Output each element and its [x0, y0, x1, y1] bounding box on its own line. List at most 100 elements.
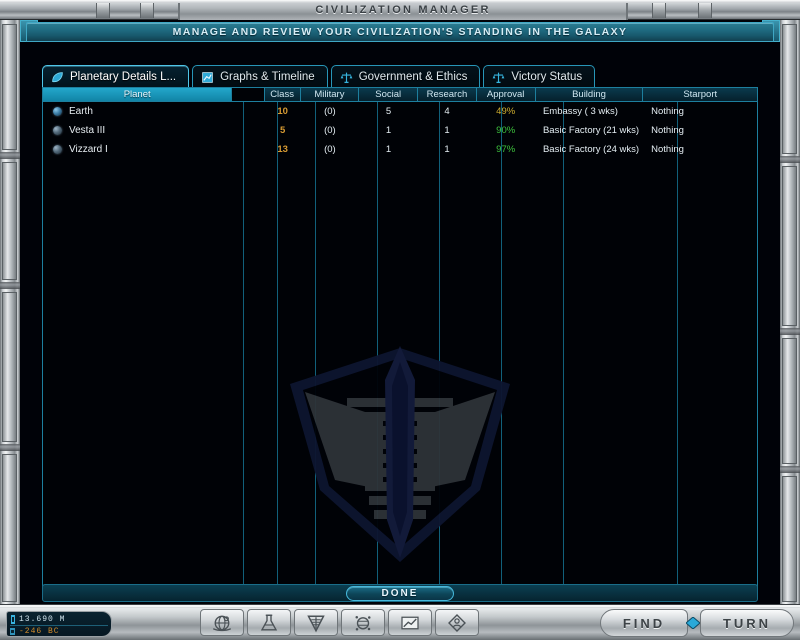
credits-line: 13.690 M	[10, 614, 108, 625]
leaf-planet-icon	[52, 71, 63, 82]
table-row[interactable]: Vizzard I 13 (0) 1 1 97% Basic Factory (24 wks…	[43, 140, 757, 159]
planet-table: Planet Class Military Social Research Approva…	[42, 87, 758, 593]
cell-social: 5	[385, 106, 392, 117]
table-row[interactable]: Earth 10 (0) 5 4 49% Embassy ( 3 wks) Nothing	[43, 102, 757, 121]
resource-readout: 13.690 M -246 BC	[6, 611, 112, 637]
column-divider	[315, 102, 316, 593]
colony-planet-icon	[355, 615, 371, 630]
faction-emblem-watermark	[290, 346, 510, 562]
table-header-row: Planet Class Military Social Research Approva…	[43, 88, 758, 102]
civilization-manager-panel: Manage and Review Your Civilization's St…	[20, 20, 780, 608]
hud-button-research-flask[interactable]	[247, 609, 291, 636]
hud-button-exploration-globe[interactable]	[200, 609, 244, 636]
planet-name: Vizzard I	[69, 144, 108, 155]
cell-military: (0)	[324, 144, 336, 155]
column-header-building[interactable]: Building	[535, 88, 644, 102]
done-button[interactable]: Done	[346, 585, 454, 601]
research-flask-icon	[260, 614, 278, 630]
find-button-label: Find	[622, 615, 666, 631]
find-button[interactable]: Find	[600, 609, 688, 637]
hud-button-colony-planet[interactable]	[341, 609, 385, 636]
cell-planet: Earth	[43, 102, 233, 121]
column-header-planet[interactable]: Planet	[43, 88, 233, 102]
right-metal-rail	[780, 20, 800, 608]
cell-military: (0)	[324, 125, 336, 136]
window-title-bar: Civilization Manager	[0, 0, 800, 20]
exploration-globe-icon	[212, 615, 232, 631]
column-divider	[243, 102, 244, 593]
cell-approval: 49%	[496, 106, 516, 117]
credits-value: 13.690 M	[19, 615, 66, 624]
scales-icon	[340, 72, 353, 83]
cell-starport: Nothing	[651, 144, 684, 155]
cell-research: 1	[444, 125, 450, 136]
planet-icon	[53, 145, 62, 154]
column-header-research[interactable]: Research	[418, 88, 477, 102]
planet-name: Vesta III	[69, 125, 106, 136]
tab-label: Graphs & Timeline	[220, 71, 315, 83]
chrome-rivet	[698, 2, 712, 18]
table-row[interactable]: Vesta III 5 (0) 1 1 90% Basic Factory (21 wks)…	[43, 121, 757, 140]
window-title: Civilization Manager	[315, 4, 491, 16]
chrome-rivet	[652, 2, 666, 18]
footer-bar: Done	[42, 584, 758, 602]
hud-button-diplomacy[interactable]	[435, 609, 479, 636]
tab-government-ethics[interactable]: Government & Ethics	[330, 65, 481, 88]
cell-research: 4	[444, 106, 450, 117]
turn-gem-icon	[686, 617, 700, 629]
cell-spacer	[233, 140, 265, 159]
planet-icon	[53, 126, 62, 135]
tab-planetary-details-l[interactable]: Planetary Details L...	[42, 65, 190, 88]
column-divider	[563, 102, 564, 593]
cell-social: 1	[385, 144, 392, 155]
income-line: -246 BC	[10, 625, 108, 636]
column-header-military[interactable]: Military	[300, 88, 360, 102]
hud-button-statistics-graph[interactable]	[388, 609, 432, 636]
cell-planet: Vesta III	[43, 121, 233, 140]
cell-approval: 97%	[496, 144, 516, 155]
tab-label: Government & Ethics	[358, 71, 468, 83]
turn-button[interactable]: Turn	[700, 609, 794, 637]
chrome-rivet	[96, 2, 110, 18]
bottom-hud-bar: 13.690 M -246 BC Find Turn	[0, 604, 800, 640]
column-header-approval[interactable]: Approval	[476, 88, 536, 102]
game-screen: Civilization Manager Manage and Review Y…	[0, 0, 800, 640]
income-value: -246 BC	[19, 626, 60, 636]
cell-class: 10	[277, 106, 288, 117]
panel-banner: Manage and Review Your Civilization's St…	[26, 22, 774, 42]
column-header-spacer[interactable]	[232, 88, 265, 102]
hud-button-group	[200, 609, 479, 636]
credits-icon	[11, 615, 15, 624]
cell-building: Basic Factory (21 wks)	[542, 125, 640, 136]
cell-approval: 90%	[496, 125, 516, 136]
cell-spacer	[233, 121, 265, 140]
column-divider	[439, 102, 440, 593]
earth-planet-icon	[53, 107, 62, 116]
cell-spacer	[233, 102, 265, 121]
tab-label: Victory Status	[511, 71, 583, 83]
cell-class: 13	[277, 144, 288, 155]
cell-planet: Vizzard I	[43, 140, 233, 159]
cell-class: 5	[279, 125, 286, 136]
hud-button-military-shield[interactable]	[294, 609, 338, 636]
column-header-starport[interactable]: Starport	[643, 88, 758, 102]
left-metal-rail	[0, 20, 20, 608]
planet-name: Earth	[69, 106, 93, 117]
column-divider	[677, 102, 678, 593]
column-header-social[interactable]: Social	[359, 88, 419, 102]
tab-label: Planetary Details L...	[70, 71, 177, 83]
column-header-class[interactable]: Class	[264, 88, 301, 102]
window-title-plate: Civilization Manager	[178, 0, 628, 20]
chrome-rivet	[140, 2, 154, 18]
cell-research: 1	[444, 144, 450, 155]
cell-starport: Nothing	[651, 106, 684, 117]
tab-graphs-timeline[interactable]: Graphs & Timeline	[192, 65, 328, 88]
scales-icon	[493, 72, 505, 83]
cell-building: Basic Factory (24 wks)	[542, 144, 640, 155]
tab-victory-status[interactable]: Victory Status	[483, 65, 596, 88]
cell-social: 1	[385, 125, 392, 136]
statistics-graph-icon	[401, 616, 419, 629]
diplomacy-icon	[448, 613, 466, 632]
done-button-label: Done	[381, 587, 419, 599]
column-divider	[501, 102, 502, 593]
